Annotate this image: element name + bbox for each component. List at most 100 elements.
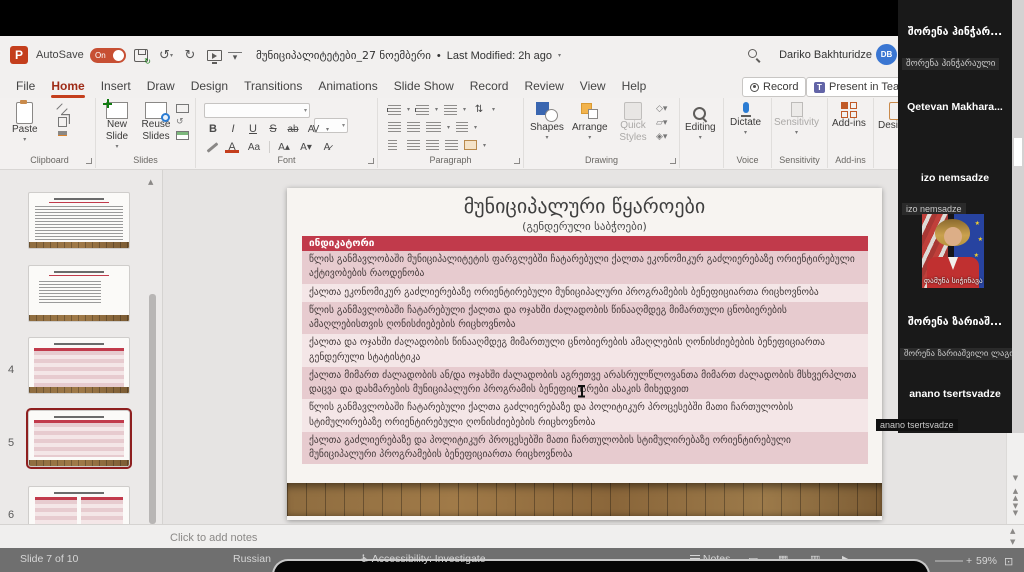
align-right-icon[interactable]: [426, 140, 439, 150]
slide-thumbnail-4[interactable]: [28, 192, 130, 249]
shape-effects-icon[interactable]: ◈▾: [656, 132, 667, 142]
align-center-icon[interactable]: [407, 140, 420, 150]
fit-slide-button[interactable]: ⊡: [1004, 555, 1013, 568]
search-button[interactable]: [748, 49, 757, 58]
arrange-button[interactable]: Arrange▾: [572, 102, 608, 141]
autosave-toggle[interactable]: On: [90, 48, 126, 63]
slide-title[interactable]: მუნიციპალური წყაროები: [287, 194, 882, 218]
participant-video-tile[interactable]: ★ ★ ★ თამუნა სიჭინავა: [922, 214, 984, 288]
scroll-down-icon[interactable]: ▼: [1007, 475, 1024, 482]
start-slideshow-button[interactable]: [204, 46, 224, 64]
participant-tile[interactable]: izo nemsadze: [898, 172, 1012, 184]
redo-button[interactable]: ↻: [182, 46, 198, 64]
drawing-dialog-launcher[interactable]: [670, 158, 676, 164]
tab-review[interactable]: Review: [516, 76, 571, 96]
tab-file[interactable]: File: [8, 76, 43, 96]
text-direction-icon[interactable]: [456, 122, 468, 132]
section-icon[interactable]: [176, 131, 189, 140]
font-dialog-launcher[interactable]: [368, 158, 374, 164]
zoom-level[interactable]: 59%: [976, 555, 997, 567]
decrease-indent-icon[interactable]: [388, 122, 401, 132]
slide-subtitle[interactable]: (გენდერული საბჭოები): [287, 220, 882, 233]
reuse-slides-button[interactable]: Reuse Slides: [138, 102, 174, 143]
notes-pane[interactable]: Click to add notes ▲ ▼: [0, 524, 1024, 548]
quick-styles-button[interactable]: Quick Styles: [616, 102, 650, 144]
change-case-button[interactable]: Aa: [245, 142, 263, 153]
increase-indent-icon[interactable]: [407, 122, 420, 132]
paste-button[interactable]: Paste▾: [12, 102, 38, 143]
text-shadow-button[interactable]: ab: [286, 124, 300, 135]
slide-thumbnail-6[interactable]: [28, 337, 130, 394]
bullets-icon[interactable]: [388, 105, 401, 115]
notes-scroll-down-icon[interactable]: ▼: [1010, 538, 1015, 546]
participants-scrollbar[interactable]: [1012, 0, 1024, 433]
next-slide-icon[interactable]: ▼▼: [1007, 503, 1024, 517]
tab-view[interactable]: View: [572, 76, 614, 96]
underline-button[interactable]: U: [246, 123, 260, 135]
scrollbar-thumb[interactable]: [149, 294, 156, 524]
tab-slide-show[interactable]: Slide Show: [386, 76, 462, 96]
bold-button[interactable]: B: [206, 123, 220, 135]
tab-insert[interactable]: Insert: [93, 76, 139, 96]
customize-toolbar-button[interactable]: ▾: [228, 52, 242, 62]
align-left-icon[interactable]: [388, 140, 401, 150]
justify-icon[interactable]: [445, 140, 458, 150]
italic-button[interactable]: I: [226, 123, 240, 135]
tab-design[interactable]: Design: [183, 76, 236, 96]
document-title-area[interactable]: მუნიციპალიტეტები_27 ნოემბერი • Last Modi…: [256, 49, 561, 62]
user-avatar[interactable]: DB: [876, 44, 897, 65]
accessibility-status[interactable]: ♿ Accessibility: Investigate: [360, 553, 486, 565]
participant-tile[interactable]: anano tsertsvadze: [898, 388, 1012, 400]
powerpoint-app-icon[interactable]: P: [10, 46, 28, 64]
highlight-pen-icon[interactable]: [207, 142, 219, 153]
cut-icon[interactable]: [56, 103, 67, 114]
participant-tile[interactable]: Qetevan Makhara...: [898, 101, 1012, 113]
clipboard-dialog-launcher[interactable]: [86, 158, 92, 164]
format-painter-icon[interactable]: [58, 131, 67, 136]
strikethrough-button[interactable]: S: [266, 123, 280, 135]
character-spacing-button[interactable]: AV: [306, 124, 320, 135]
shapes-button[interactable]: Shapes▾: [530, 102, 564, 141]
sensitivity-button[interactable]: Sensitivity▾: [774, 102, 819, 136]
undo-button[interactable]: ↺▾: [156, 46, 176, 64]
scrollbar-thumb[interactable]: [1014, 138, 1022, 166]
previous-slide-icon[interactable]: ▲▲: [1007, 488, 1024, 502]
slide-layout-icon[interactable]: [176, 104, 189, 113]
slide-number-status[interactable]: Slide 7 of 10: [20, 553, 78, 565]
shape-fill-icon[interactable]: ◇▾: [656, 104, 667, 114]
tab-record[interactable]: Record: [462, 76, 517, 96]
copy-icon[interactable]: [58, 117, 67, 127]
shrink-font-button[interactable]: A▾: [298, 142, 314, 153]
editing-button[interactable]: Editing▾: [685, 106, 716, 141]
notes-placeholder[interactable]: Click to add notes: [170, 532, 257, 544]
line-spacing-icon[interactable]: ⇅: [472, 104, 486, 115]
zoom-slider[interactable]: [935, 560, 963, 562]
smartart-icon[interactable]: [464, 140, 477, 150]
slide-thumbnail-5[interactable]: [28, 265, 130, 322]
record-button[interactable]: Record: [742, 77, 806, 97]
tab-home[interactable]: Home: [43, 76, 92, 96]
new-slide-button[interactable]: New Slide▾: [100, 102, 134, 150]
font-color-button[interactable]: A: [225, 141, 239, 153]
indicator-table[interactable]: ინდიკატორი წლის განმავლობაში მუნიციპალიტ…: [302, 236, 868, 464]
slide-canvas[interactable]: მუნიციპალური წყაროები (გენდერული საბჭოებ…: [287, 188, 882, 520]
save-button[interactable]: [132, 46, 150, 64]
addins-button[interactable]: Add-ins: [832, 102, 866, 130]
paragraph-dialog-launcher[interactable]: [514, 158, 520, 164]
tab-help[interactable]: Help: [614, 76, 655, 96]
participant-tile[interactable]: შორენა ზარიაშ...: [898, 316, 1012, 328]
indent-more-icon[interactable]: [444, 105, 457, 115]
numbering-icon[interactable]: [416, 105, 429, 115]
dictate-button[interactable]: Dictate▾: [730, 102, 761, 136]
slide-thumbnail-7-selected[interactable]: [28, 410, 130, 467]
participant-tile[interactable]: შორენა ჰინჭარ...: [898, 26, 1012, 38]
font-name-select[interactable]: [204, 103, 310, 118]
tab-animations[interactable]: Animations: [310, 76, 385, 96]
tab-draw[interactable]: Draw: [139, 76, 183, 96]
notes-scroll-up-icon[interactable]: ▲: [1010, 527, 1015, 535]
thumbnail-scrollbar[interactable]: ▲: [146, 178, 158, 518]
language-status[interactable]: Russian: [233, 553, 271, 565]
columns-icon[interactable]: [426, 122, 441, 132]
clear-formatting-button[interactable]: A̷: [320, 142, 334, 153]
grow-font-button[interactable]: A▴: [276, 142, 292, 153]
